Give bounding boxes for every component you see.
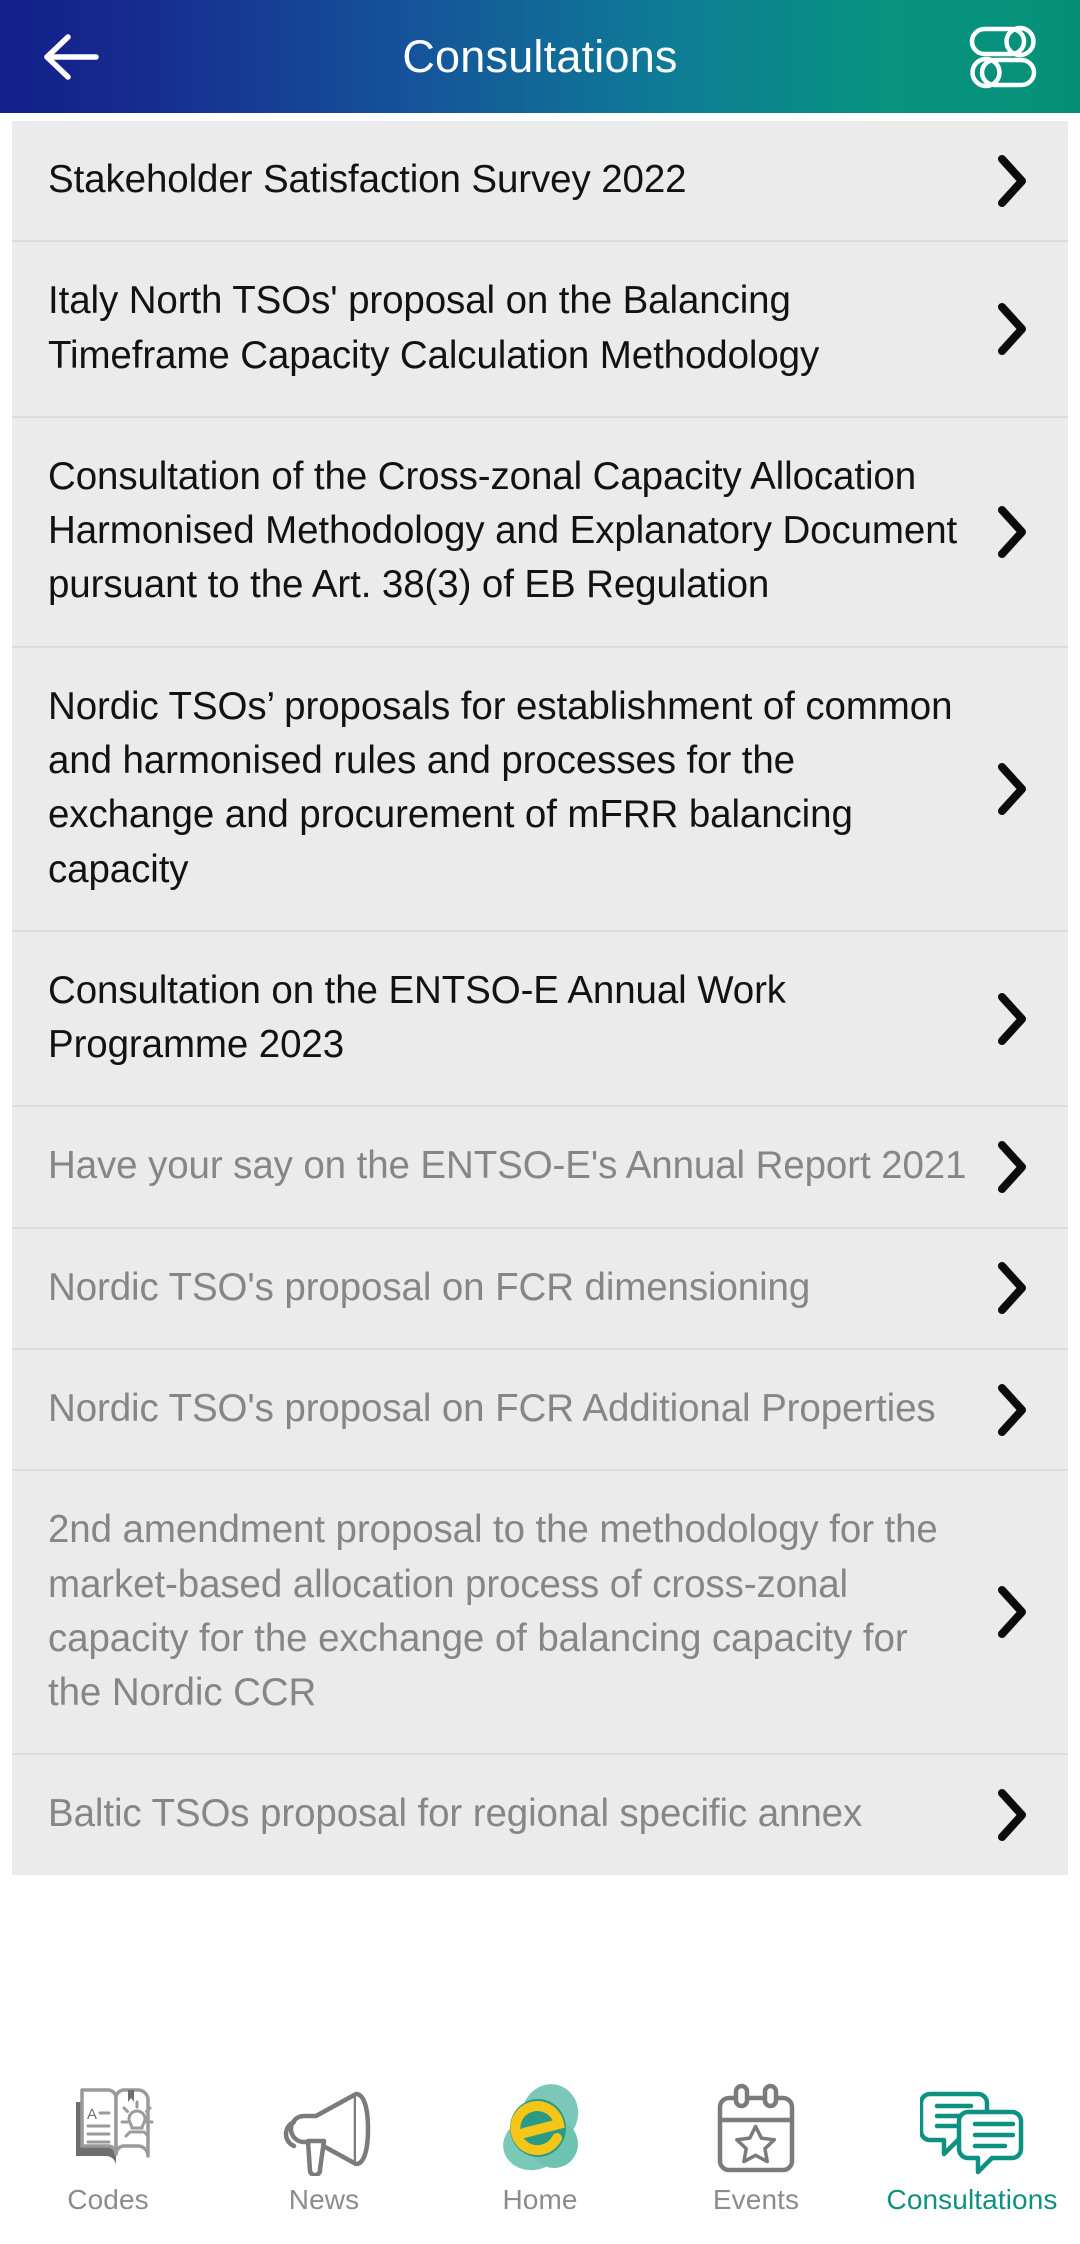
chevron-right-icon — [998, 1383, 1026, 1436]
book-lightbulb-icon: A — [76, 2088, 154, 2166]
list-item[interactable]: Consultation on the ENTSO-E Annual Work … — [12, 929, 1068, 1106]
tab-label: Events — [712, 2184, 800, 2215]
list-item-chevron[interactable] — [968, 301, 1054, 357]
list-item[interactable]: Stakeholder Satisfaction Survey 2022 — [12, 121, 1068, 241]
list-item-title: Consultation of the Cross-zonal Capacity… — [48, 454, 958, 607]
tab-news[interactable]: News — [216, 2060, 432, 2244]
tab-codes[interactable]: A Codes — [0, 2060, 216, 2244]
speech-bubbles-icon — [920, 2091, 1024, 2175]
tab-label: Codes — [67, 2184, 149, 2215]
book-lightbulb-icon: A — [62, 2082, 154, 2178]
chevron-right-icon — [998, 154, 1026, 207]
filter-sliders-icon — [969, 25, 1037, 88]
tab-consultations[interactable]: Consultations — [864, 2060, 1080, 2244]
consultations-list-scroll[interactable]: Stakeholder Satisfaction Survey 2022 Ital… — [0, 113, 1080, 2060]
list-item-chevron[interactable] — [968, 504, 1054, 560]
tab-home[interactable]: Home — [432, 2060, 648, 2244]
chevron-right-icon — [998, 505, 1026, 558]
back-button[interactable] — [30, 18, 108, 96]
list-item[interactable]: Nordic TSO's proposal on FCR dimensionin… — [12, 1226, 1068, 1348]
list-item-title: Nordic TSOs’ proposals for establishment… — [48, 684, 953, 891]
bottom-tab-bar: A Codes News Home Events Consultations — [0, 2060, 1080, 2244]
list-item[interactable]: Nordic TSO's proposal on FCR Additional … — [12, 1347, 1068, 1470]
list-item-chevron[interactable] — [968, 153, 1054, 209]
consultations-list: Stakeholder Satisfaction Survey 2022 Ital… — [12, 121, 1068, 1875]
chevron-right-icon — [998, 1262, 1026, 1315]
list-item-title: Have your say on the ENTSO-E's Annual Re… — [48, 1144, 967, 1188]
list-item-chevron[interactable] — [968, 1382, 1054, 1438]
list-item-title: Consultation on the ENTSO-E Annual Work … — [48, 968, 786, 1067]
list-item[interactable]: Italy North TSOs' proposal on the Balanc… — [12, 240, 1068, 416]
list-item-title: Nordic TSO's proposal on FCR Additional … — [48, 1386, 936, 1430]
list-item[interactable]: Baltic TSOs proposal for regional specif… — [12, 1753, 1068, 1875]
list-item-title: Stakeholder Satisfaction Survey 2022 — [48, 158, 687, 201]
tab-label: Consultations — [886, 2184, 1058, 2215]
list-item[interactable]: Have your say on the ENTSO-E's Annual Re… — [12, 1105, 1068, 1227]
app-root: Consultations Stakeholder Satisfaction S… — [0, 0, 1080, 2244]
filter-button[interactable] — [960, 18, 1046, 96]
app-header: Consultations — [0, 0, 1080, 113]
page-title: Consultations — [402, 30, 678, 82]
list-item-chevron[interactable] — [968, 1139, 1054, 1195]
list-item-title: Baltic TSOs proposal for regional specif… — [48, 1792, 863, 1836]
arrow-left-icon — [44, 33, 99, 80]
entsoe-logo-icon — [503, 2084, 579, 2171]
chevron-right-icon — [998, 1788, 1026, 1841]
list-item-chevron[interactable] — [968, 1260, 1054, 1316]
tab-label: Home — [502, 2184, 578, 2215]
chevron-right-icon — [998, 992, 1026, 1045]
list-item-title: Nordic TSO's proposal on FCR dimensionin… — [48, 1265, 811, 1309]
list-item-chevron[interactable] — [968, 991, 1054, 1047]
calendar-star-icon — [717, 2083, 795, 2173]
chevron-right-icon — [998, 762, 1026, 815]
calendar-star-icon — [708, 2082, 804, 2178]
tab-events[interactable]: Events — [648, 2060, 864, 2244]
chevron-right-icon — [998, 1141, 1026, 1194]
entsoe-logo-icon — [488, 2082, 592, 2178]
list-item-title: 2nd amendment proposal to the methodolog… — [48, 1508, 938, 1715]
list-item-chevron[interactable] — [968, 1787, 1054, 1843]
megaphone-icon — [274, 2082, 374, 2178]
list-item-chevron[interactable] — [968, 761, 1054, 817]
list-item[interactable]: 2nd amendment proposal to the methodolog… — [12, 1469, 1068, 1754]
svg-text:A: A — [87, 2106, 97, 2123]
list-item-title: Italy North TSOs' proposal on the Balanc… — [48, 279, 820, 377]
chevron-right-icon — [998, 303, 1026, 356]
list-item[interactable]: Nordic TSOs’ proposals for establishment… — [12, 645, 1068, 930]
speech-bubbles-icon — [920, 2082, 1024, 2178]
list-item[interactable]: Consultation of the Cross-zonal Capacity… — [12, 415, 1068, 646]
list-item-chevron[interactable] — [968, 1584, 1054, 1640]
tab-label: News — [288, 2184, 360, 2215]
chevron-right-icon — [998, 1586, 1026, 1639]
megaphone-icon — [283, 2091, 371, 2176]
